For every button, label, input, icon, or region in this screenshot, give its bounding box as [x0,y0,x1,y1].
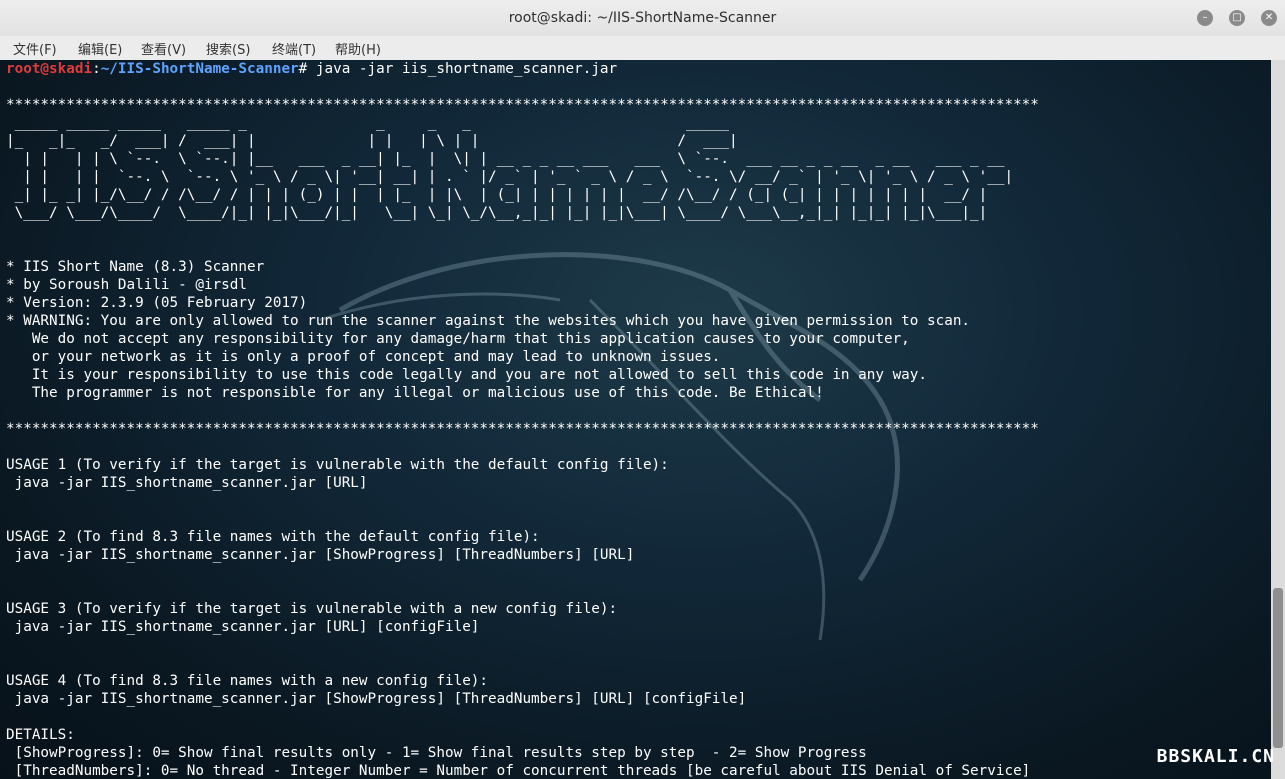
banner-line: | | | | \ `--. \ `--.| |__ ___ _ __| |_ … [6,151,1014,167]
close-icon[interactable]: ✕ [1261,10,1277,26]
minimize-icon[interactable]: – [1197,10,1213,26]
info-line: * WARNING: You are only allowed to run t… [6,313,971,329]
usage-command: java -jar IIS_shortname_scanner.jar [URL… [6,619,480,635]
info-line: or your network as it is only a proof of… [6,349,721,365]
window-title: root@skadi: ~/IIS-ShortName-Scanner [508,10,777,26]
scrollbar-thumb[interactable] [1273,588,1283,748]
menu-file[interactable]: 文件(F) [13,39,57,58]
info-line: * Version: 2.3.9 (05 February 2017) [6,295,308,311]
banner-line: _| |_ _| |_/\__/ / /\__/ / | | | (_) | |… [6,187,1014,203]
banner-line: | | | | `--. \ `--. \ '_ \ / _ \| '__| _… [6,169,1014,185]
terminal-output: root@skadi:~/IIS-ShortName-Scanner# java… [6,60,1039,779]
terminal-window: root@skadi: ~/IIS-ShortName-Scanner – □ … [0,0,1285,779]
usage-title: USAGE 3 (To verify if the target is vuln… [6,601,618,617]
prompt-user: root@skadi [6,61,93,77]
usage-title: USAGE 1 (To verify if the target is vuln… [6,457,669,473]
usage-command: java -jar IIS_shortname_scanner.jar [Sho… [6,691,747,707]
usage-command: java -jar IIS_shortname_scanner.jar [Sho… [6,547,635,563]
info-line: * by Soroush Dalili - @irsdl [6,277,248,293]
prompt-path: ~/IIS-ShortName-Scanner [100,61,299,77]
menu-edit[interactable]: 编辑(E) [78,39,122,58]
menu-search[interactable]: 搜索(S) [206,39,250,58]
info-line: It is your responsibility to use this co… [6,367,927,383]
usage-title: USAGE 4 (To find 8.3 file names with a n… [6,673,489,689]
terminal-area[interactable]: root@skadi:~/IIS-ShortName-Scanner# java… [0,60,1271,779]
info-line: * IIS Short Name (8.3) Scanner [6,259,265,275]
banner-line: _____ _____ _____ _____ _ _ _ _ _____ [6,115,1014,131]
prompt-symbol: # [298,61,316,77]
stars-divider: ****************************************… [6,97,1039,113]
menu-view[interactable]: 查看(V) [141,39,186,58]
menu-help[interactable]: 帮助(H) [335,39,381,58]
menu-terminal[interactable]: 终端(T) [272,39,316,58]
info-line: The programmer is not responsible for an… [6,385,824,401]
info-line: We do not accept any responsibility for … [6,331,910,347]
maximize-icon[interactable]: □ [1229,10,1245,26]
usage-command: java -jar IIS_shortname_scanner.jar [URL… [6,475,368,491]
watermark-text: BBSKALI.CN [1156,746,1275,767]
title-bar[interactable]: root@skadi: ~/IIS-ShortName-Scanner – □ … [0,0,1285,37]
menu-bar: 文件(F) 编辑(E) 查看(V) 搜索(S) 终端(T) 帮助(H) [0,36,1285,61]
stars-divider: ****************************************… [6,421,1039,437]
banner-line: |_ _|_ _/ ___| / ___| | | | | \ | | / __… [6,133,1014,149]
scrollbar[interactable] [1271,60,1285,779]
details-line: [ThreadNumbers]: 0= No thread - Integer … [6,763,1031,779]
command-text: java -jar iis_shortname_scanner.jar [315,61,618,77]
prompt-separator: : [92,61,101,77]
details-line: [ShowProgress]: 0= Show final results on… [6,745,867,761]
details-title: DETAILS: [6,727,75,743]
usage-title: USAGE 2 (To find 8.3 file names with the… [6,529,540,545]
banner-line: \___/ \___/\____/ \____/|_| |_|\___/|_| … [6,205,1014,221]
